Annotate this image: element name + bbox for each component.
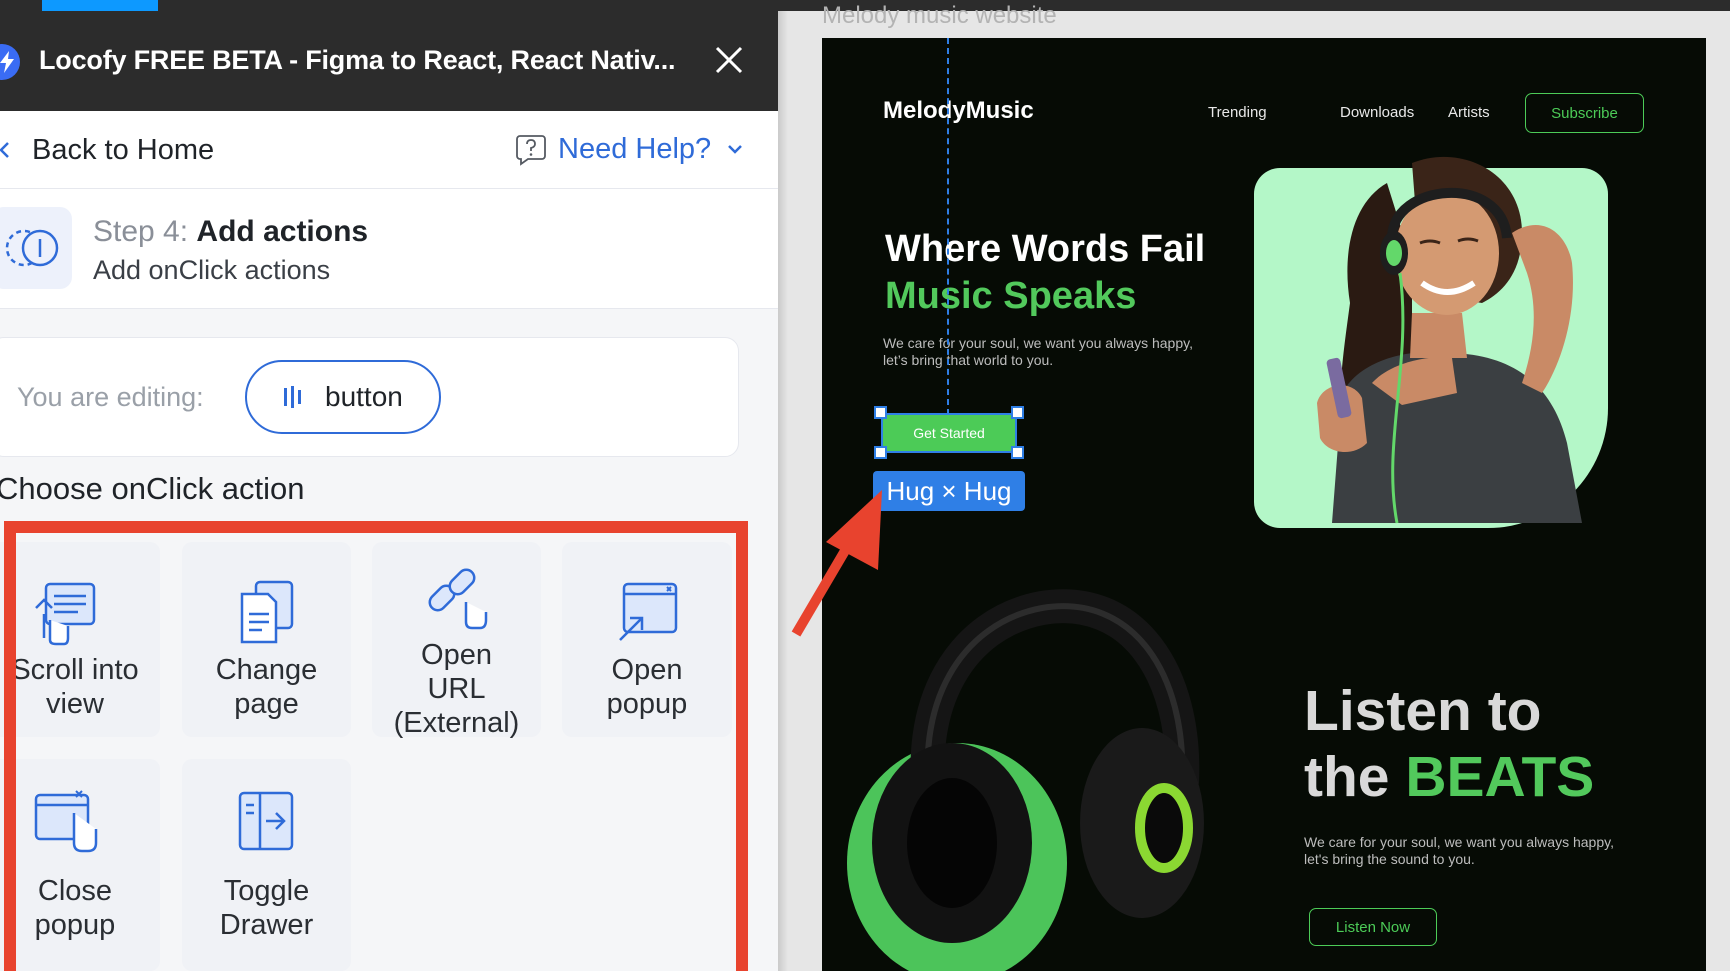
chevron-left-icon bbox=[0, 142, 9, 158]
alignment-guide-line bbox=[947, 38, 949, 415]
listen-heading-highlight: BEATS bbox=[1405, 745, 1595, 809]
step-number: Step 4: bbox=[93, 215, 189, 248]
subscribe-button[interactable]: Subscribe bbox=[1525, 93, 1644, 133]
hero-description: We care for your soul, we want you alway… bbox=[883, 335, 1193, 368]
nav-item-artists[interactable]: Artists bbox=[1448, 104, 1490, 121]
annotation-highlight-box bbox=[4, 521, 748, 971]
editing-label: You are editing: bbox=[17, 382, 204, 412]
step-name: Add actions bbox=[196, 215, 369, 248]
plugin-title: Locofy FREE BETA - Figma to React, React… bbox=[39, 45, 676, 75]
step-icon-box bbox=[0, 207, 72, 289]
woman-with-headphones-image bbox=[1317, 156, 1582, 524]
step-header: Step 4: Add actions Add onClick actions bbox=[0, 189, 778, 309]
listen-description: We care for your soul, we want you alway… bbox=[1304, 834, 1614, 867]
back-to-home-label: Back to Home bbox=[32, 133, 215, 166]
locofy-plugin-panel: Locofy FREE BETA - Figma to React, React… bbox=[0, 11, 778, 971]
headphones-image bbox=[847, 589, 1204, 971]
editing-element-label: button bbox=[325, 381, 403, 412]
need-help-label: Need Help? bbox=[558, 132, 712, 165]
step-title: Step 4: Add actions bbox=[93, 215, 368, 249]
nav-item-downloads[interactable]: Downloads bbox=[1340, 104, 1414, 121]
selection-outline bbox=[881, 413, 1017, 453]
hero-heading-line2: Music Speaks bbox=[885, 275, 1137, 317]
listen-heading-line1: Listen to bbox=[1304, 679, 1542, 743]
hero-heading-line1: Where Words Fail bbox=[885, 228, 1206, 270]
plugin-header: Locofy FREE BETA - Figma to React, React… bbox=[0, 11, 778, 111]
resize-handle-bottom-right[interactable] bbox=[1011, 446, 1024, 459]
need-help-dropdown[interactable]: Need Help? bbox=[514, 129, 743, 169]
panel-shadow bbox=[778, 11, 788, 971]
resize-handle-bottom-left[interactable] bbox=[874, 446, 887, 459]
locofy-logo-icon bbox=[0, 44, 20, 80]
resize-handle-top-left[interactable] bbox=[874, 406, 887, 419]
resize-handle-top-right[interactable] bbox=[1011, 406, 1024, 419]
button-element-icon bbox=[284, 386, 301, 408]
annotation-arrow-icon bbox=[791, 490, 882, 637]
plugin-nav-row: Back to Home Need Help? bbox=[0, 111, 778, 189]
plugin-body: You are editing: button Choose onClick a… bbox=[0, 309, 778, 971]
close-icon[interactable] bbox=[712, 43, 746, 77]
click-action-icon bbox=[5, 229, 59, 267]
nav-item-trending[interactable]: Trending bbox=[1208, 104, 1267, 121]
website-frame[interactable]: MelodyMusic Trending Downloads Artists S… bbox=[822, 38, 1706, 971]
choose-action-title: Choose onClick action bbox=[0, 471, 305, 506]
help-chat-icon bbox=[516, 135, 546, 166]
editing-card: You are editing: button bbox=[0, 337, 739, 457]
back-to-home-link[interactable]: Back to Home bbox=[0, 130, 214, 170]
editing-element-pill[interactable]: button bbox=[245, 360, 441, 434]
listen-now-button[interactable]: Listen Now bbox=[1309, 908, 1437, 946]
step-subtitle: Add onClick actions bbox=[93, 255, 331, 285]
frame-label[interactable]: Melody music website bbox=[822, 2, 1057, 30]
listen-heading-line2: the BEATS bbox=[1304, 744, 1594, 810]
site-logo[interactable]: MelodyMusic bbox=[883, 97, 1034, 125]
chevron-down-icon bbox=[728, 145, 743, 154]
listen-heading-prefix: the bbox=[1304, 745, 1406, 809]
active-tab-indicator bbox=[42, 0, 158, 11]
